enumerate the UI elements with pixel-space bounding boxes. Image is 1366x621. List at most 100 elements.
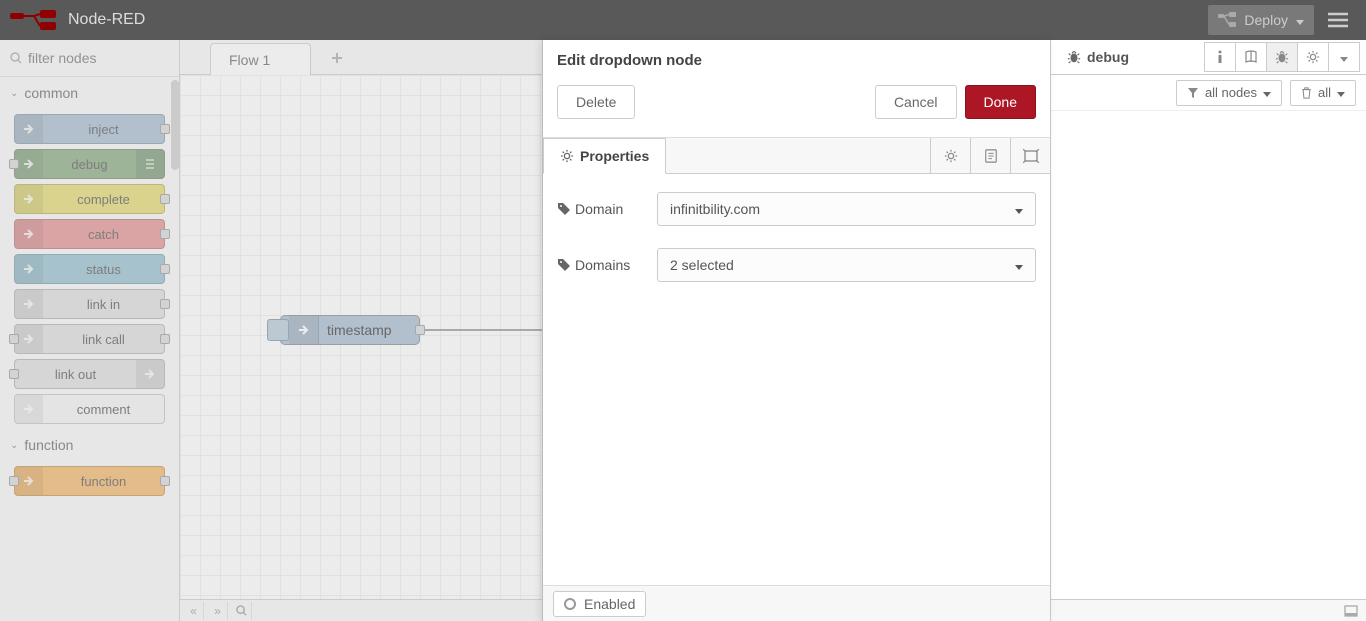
- info-icon: [1214, 50, 1226, 64]
- palette-node-label: link out: [15, 367, 136, 382]
- hamburger-icon: [1328, 12, 1348, 28]
- palette-category[interactable]: ⌄function: [6, 429, 173, 461]
- node-settings-icon-button[interactable]: [930, 138, 970, 174]
- deploy-button[interactable]: Deploy: [1208, 5, 1314, 35]
- palette-filter-input[interactable]: [6, 46, 173, 70]
- properties-tab[interactable]: Properties: [543, 138, 666, 174]
- chevron-down-icon: ⌄: [10, 440, 18, 451]
- caret-down-icon: [1015, 201, 1023, 217]
- cancel-button[interactable]: Cancel: [875, 85, 957, 119]
- node-type-icon: [15, 290, 43, 318]
- caret-down-icon: [1296, 12, 1304, 28]
- node-input-port: [9, 334, 19, 344]
- sidebar: debug all nodes all: [1050, 40, 1366, 621]
- sidebar-config-button[interactable]: [1297, 42, 1329, 72]
- flow-tab[interactable]: Flow 1: [210, 43, 311, 75]
- deploy-icon: [1218, 12, 1236, 28]
- gear-icon: [560, 149, 574, 163]
- node-output-port: [160, 229, 170, 239]
- palette-node-label: link call: [43, 332, 164, 347]
- sidebar-debug-button[interactable]: [1266, 42, 1298, 72]
- node-type-icon: [15, 255, 43, 283]
- done-button[interactable]: Done: [965, 85, 1036, 119]
- debug-filter-button[interactable]: all nodes: [1176, 80, 1282, 106]
- add-flow-button[interactable]: [321, 42, 353, 74]
- property-tabs: Properties: [543, 138, 1050, 174]
- nav-collapse-button-2[interactable]: »: [208, 602, 228, 620]
- domains-select[interactable]: 2 selected: [657, 248, 1036, 282]
- node-input-port: [9, 159, 19, 169]
- gear-icon: [1306, 50, 1320, 64]
- node-output-port: [160, 476, 170, 486]
- node-output-port: [160, 264, 170, 274]
- palette-node-label: function: [43, 474, 164, 489]
- palette-node-label: inject: [43, 122, 164, 137]
- palette-node-function[interactable]: function: [14, 466, 165, 496]
- palette-node-catch[interactable]: catch: [14, 219, 165, 249]
- caret-down-icon: [1337, 85, 1345, 100]
- inject-node-icon: [289, 316, 319, 344]
- palette-node-label: debug: [43, 157, 136, 172]
- domains-label: Domains: [557, 257, 657, 273]
- tag-icon: [557, 202, 571, 216]
- palette-node-comment[interactable]: comment: [14, 394, 165, 424]
- nav-collapse-button[interactable]: «: [184, 602, 204, 620]
- app-title: Node-RED: [68, 11, 145, 29]
- node-type-icon: [15, 185, 43, 213]
- palette-node-label: status: [43, 262, 164, 277]
- popout-icon[interactable]: [1344, 605, 1358, 617]
- sidebar-debug-tab[interactable]: debug: [1057, 40, 1205, 74]
- sidebar-help-button[interactable]: [1235, 42, 1267, 72]
- caret-down-icon: [1340, 49, 1348, 65]
- palette-node-link-in[interactable]: link in: [14, 289, 165, 319]
- main-menu-button[interactable]: [1320, 5, 1356, 35]
- node-type-icon: [15, 150, 43, 178]
- node-type-icon: [15, 325, 43, 353]
- palette-node-complete[interactable]: complete: [14, 184, 165, 214]
- node-output-port: [160, 334, 170, 344]
- caret-down-icon: [1263, 85, 1271, 100]
- search-icon: [10, 52, 22, 64]
- inject-trigger-button[interactable]: [267, 319, 289, 341]
- node-output-port[interactable]: [415, 325, 425, 335]
- search-icon: [236, 605, 247, 616]
- node-input-port: [9, 476, 19, 486]
- palette-category-label: common: [24, 85, 78, 101]
- palette: ⌄commoninjectdebugcompletecatchstatuslin…: [0, 40, 180, 621]
- palette-scrollbar[interactable]: [171, 80, 179, 170]
- inject-node[interactable]: timestamp: [280, 315, 420, 345]
- property-form: Domain infinitbility.com Domains 2 selec…: [543, 174, 1050, 585]
- node-appearance-icon-button[interactable]: [1010, 138, 1050, 174]
- palette-search: [0, 40, 179, 77]
- palette-node-debug[interactable]: debug: [14, 149, 165, 179]
- node-type-icon: [15, 220, 43, 248]
- toggle-circle-icon: [564, 598, 576, 610]
- logo: Node-RED: [10, 10, 145, 30]
- bug-icon: [1067, 50, 1081, 64]
- node-input-port: [9, 369, 19, 379]
- sidebar-info-button[interactable]: [1204, 42, 1236, 72]
- node-description-icon-button[interactable]: [970, 138, 1010, 174]
- palette-node-inject[interactable]: inject: [14, 114, 165, 144]
- enabled-toggle[interactable]: Enabled: [553, 591, 646, 617]
- palette-node-status[interactable]: status: [14, 254, 165, 284]
- node-type-icon: [136, 150, 164, 178]
- delete-button[interactable]: Delete: [557, 85, 635, 119]
- palette-node-link-out[interactable]: link out: [14, 359, 165, 389]
- sidebar-more-button[interactable]: [1328, 42, 1360, 72]
- gear-icon: [944, 149, 958, 163]
- document-icon: [984, 149, 998, 163]
- caret-down-icon: [1015, 257, 1023, 273]
- node-type-icon: [15, 395, 43, 423]
- palette-node-label: complete: [43, 192, 164, 207]
- tag-icon: [557, 258, 571, 272]
- node-output-port: [160, 299, 170, 309]
- palette-category[interactable]: ⌄common: [6, 77, 173, 109]
- node-type-icon: [15, 467, 43, 495]
- debug-clear-button[interactable]: all: [1290, 80, 1356, 106]
- node-output-port: [160, 194, 170, 204]
- palette-node-link-call[interactable]: link call: [14, 324, 165, 354]
- nav-search-button[interactable]: [232, 602, 252, 620]
- node-red-logo-icon: [10, 10, 60, 30]
- domain-select[interactable]: infinitbility.com: [657, 192, 1036, 226]
